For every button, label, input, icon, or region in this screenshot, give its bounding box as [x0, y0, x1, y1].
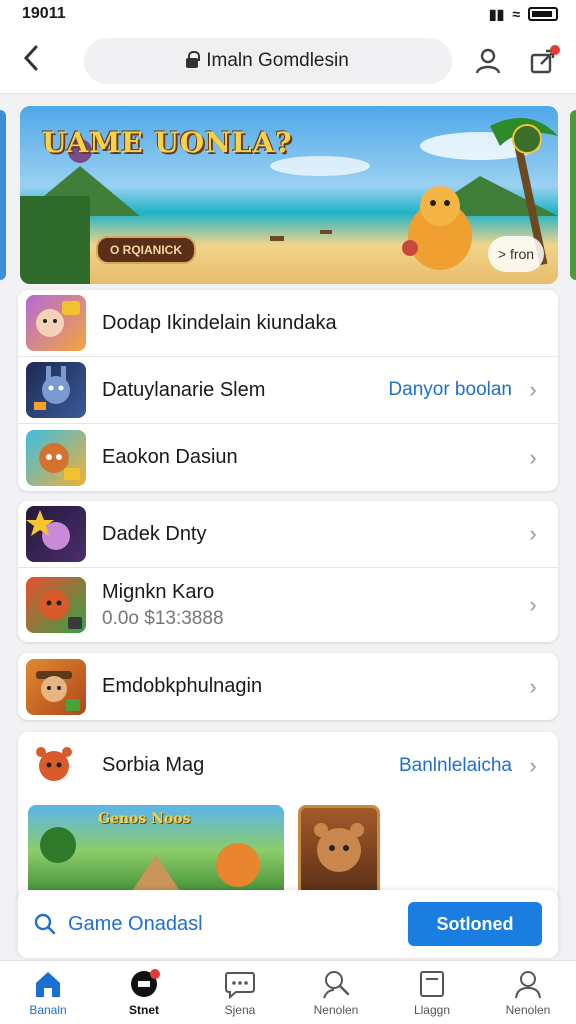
back-button[interactable] [14, 44, 48, 78]
list-item-action-link[interactable]: Danyor boolan [388, 379, 512, 401]
account-button[interactable] [470, 41, 507, 81]
search-input[interactable]: Game Onadasl [68, 913, 408, 936]
bottom-navigation: Banaln Stnet Sjena Nenolen Llaggn Nenole… [0, 960, 576, 1024]
nav-item-label: Banaln [29, 1002, 67, 1017]
chevron-right-icon: › [529, 592, 537, 617]
browser-toolbar: Imaln Gomdlesin [0, 28, 576, 94]
list-item[interactable]: Datuylanarie Slem Danyor boolan › [18, 357, 558, 424]
featured-game-image[interactable]: Genos Noos [28, 805, 284, 897]
notification-dot [549, 44, 560, 55]
person-icon [475, 48, 501, 73]
badge-icon [128, 968, 160, 999]
hero-tag: O RQIANICK [96, 236, 196, 264]
chevron-left-icon [23, 45, 38, 70]
game-thumbnail [26, 577, 86, 633]
hero-banner[interactable]: UAME UONLA? O RQIANICK > fron [20, 106, 558, 284]
nav-item-label: Stnet [129, 1002, 159, 1017]
nav-item-chat[interactable]: Sjena [192, 961, 288, 1024]
red-panda-character-icon [36, 746, 72, 781]
hero-title: UAME UONLA? [42, 126, 293, 159]
chevron-right-icon: › [529, 521, 537, 546]
wifi-icon: ≈ [512, 6, 520, 22]
carousel-prev-peek[interactable] [0, 110, 6, 280]
game-thumbnail [26, 295, 86, 351]
address-bar-title: Imaln Gomdlesin [206, 49, 349, 71]
chevron-right-icon: › [529, 673, 537, 699]
list-item[interactable]: Emdobkphulnagin › [18, 653, 558, 720]
chevron-right-icon: › [529, 377, 537, 402]
chevron-right-icon: › [529, 444, 537, 470]
list-item-title: Datuylanarie Slem [102, 378, 266, 401]
game-list-card-3: Emdobkphulnagin › [18, 653, 558, 720]
battery-icon [528, 7, 558, 21]
game-thumbnail [26, 429, 86, 486]
list-item[interactable]: Mignkn Karo 0.0o $13:3888 › [18, 568, 558, 642]
chevron-right-icon: › [529, 752, 537, 778]
nav-item-search-people[interactable]: Nenolen [288, 961, 384, 1024]
list-item-title: Mignkn Karo [102, 580, 215, 603]
squirrel-character-icon [39, 590, 82, 629]
game-thumbnail [26, 362, 86, 418]
explorer-character-icon [36, 670, 80, 711]
submit-button[interactable]: Sotloned [408, 902, 542, 946]
list-item-title: Eaokon Dasiun [102, 446, 238, 468]
game-list-card-2: Dadek Dnty › Mignkn Karo 0.0o $13:3888 › [18, 501, 558, 642]
list-item-title: Dadek Dnty [102, 522, 207, 545]
featured-game-image[interactable] [298, 805, 380, 897]
game-thumbnail [26, 738, 86, 794]
nav-item-label: Nenolen [505, 1002, 551, 1017]
share-button[interactable] [525, 41, 562, 81]
nav-item-label: Nenolen [313, 1002, 359, 1017]
nav-item-label: Sjena [224, 1002, 256, 1017]
signal-icon: ▮▮ [488, 5, 505, 22]
list-item-title: Dodap Ikindelain kiundaka [102, 311, 337, 334]
list-item[interactable]: Sorbia Mag Banlnlelaicha › [18, 732, 558, 799]
status-icons: ▮▮ ≈ [489, 6, 558, 23]
address-bar[interactable]: Imaln Gomdlesin [83, 37, 452, 84]
nav-item-documents[interactable]: Llaggn [384, 961, 480, 1024]
status-time: 19011 [22, 5, 66, 22]
list-item-action-link[interactable]: Banlnlelaicha [399, 755, 512, 777]
search-icon [34, 913, 56, 935]
cat-character-icon [36, 301, 80, 337]
lock-icon [186, 51, 201, 68]
game-list-card-1: Dodap Ikindelain kiundaka Datuylanarie S… [18, 290, 558, 491]
nav-item-profile[interactable]: Nenolen [480, 961, 576, 1024]
list-item-text: Mignkn Karo 0.0o $13:3888 [102, 581, 526, 630]
list-item[interactable]: Eaokon Dasiun › [18, 424, 558, 491]
game-thumbnail [26, 506, 86, 562]
game-search-bar: Game Onadasl Sotloned [18, 890, 558, 958]
nav-item-label: Llaggn [413, 1002, 451, 1017]
home-icon [32, 969, 64, 999]
nav-item-home[interactable]: Banaln [0, 961, 96, 1024]
game-thumbnail [26, 658, 86, 715]
hero-next-button[interactable]: > fron [488, 236, 544, 272]
carousel-next-peek[interactable] [570, 110, 576, 280]
featured-games-strip: Genos Noos [18, 799, 558, 897]
list-item[interactable]: Dadek Dnty › [18, 501, 558, 568]
list-item[interactable]: Dodap Ikindelain kiundaka [18, 290, 558, 357]
document-icon [416, 969, 448, 999]
fox-character-icon [39, 442, 80, 480]
nav-item-stnet[interactable]: Stnet [96, 961, 192, 1024]
notification-dot [150, 968, 160, 979]
star-character-icon [26, 510, 70, 550]
featured-game-title: Genos Noos [98, 811, 191, 827]
hero-badge-icon [512, 124, 542, 154]
rabbit-character-icon [34, 366, 70, 410]
search-person-icon [320, 969, 352, 999]
chat-icon [224, 969, 256, 999]
game-list-card-4: Sorbia Mag Banlnlelaicha › Genos Noos [18, 732, 558, 902]
profile-icon [512, 969, 544, 999]
list-item-subtitle: 0.0o $13:3888 [102, 607, 224, 629]
list-item-title: Sorbia Mag [102, 754, 205, 776]
status-bar: 19011 ▮▮ ≈ [0, 0, 576, 28]
list-item-title: Emdobkphulnagin [102, 675, 263, 697]
bear-character-icon [314, 823, 364, 872]
